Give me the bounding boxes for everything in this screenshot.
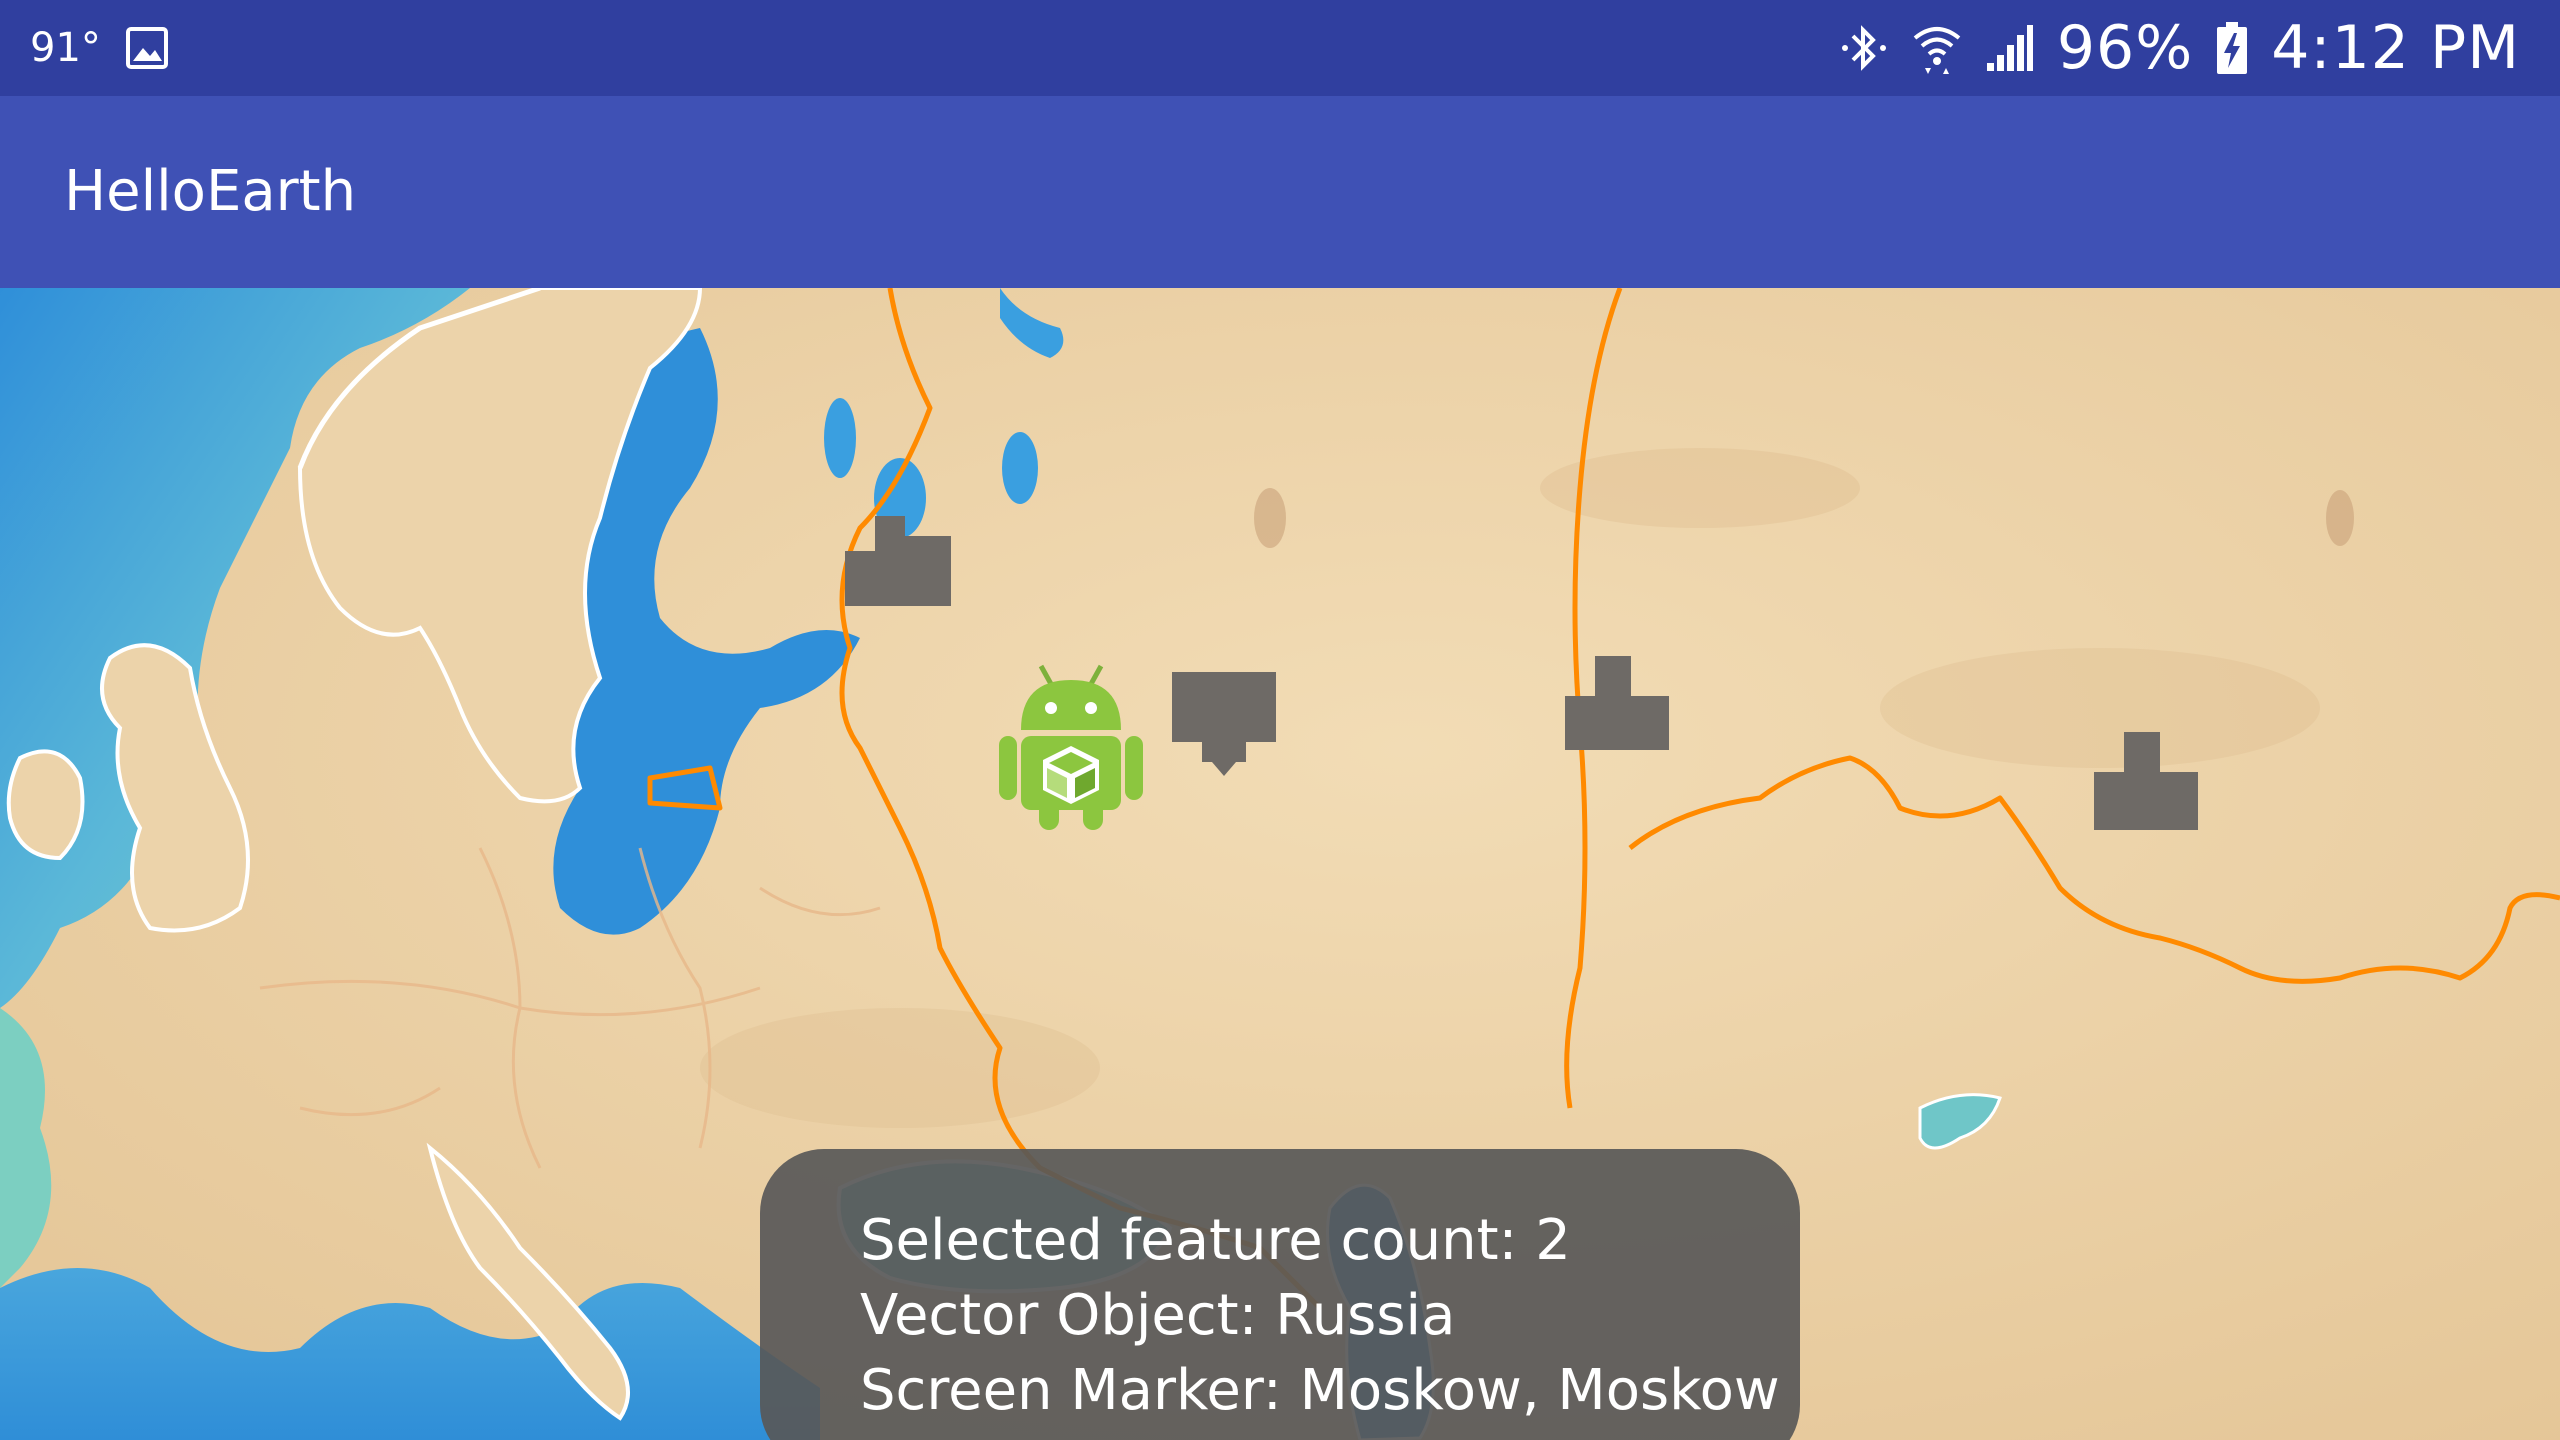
battery-percent-text: 96% xyxy=(2056,13,2194,83)
building-icon[interactable] xyxy=(845,506,951,606)
image-icon xyxy=(125,26,169,70)
android-marker-icon[interactable] xyxy=(995,660,1147,832)
app-title: HelloEarth xyxy=(64,159,357,224)
building-icon[interactable] xyxy=(2094,722,2198,830)
map-view[interactable]: Selected feature count: 2 Vector Object:… xyxy=(0,288,2560,1440)
toast-message: Selected feature count: 2 Vector Object:… xyxy=(760,1149,1800,1440)
status-left: 91° xyxy=(30,0,169,96)
building-icon[interactable] xyxy=(1565,646,1669,750)
status-bar: 91° 96% 4:12 PM xyxy=(0,0,2560,96)
bluetooth-icon xyxy=(1839,20,1889,76)
app-bar: HelloEarth xyxy=(0,96,2560,288)
wifi-icon xyxy=(1911,20,1963,76)
building-icon[interactable] xyxy=(1172,672,1276,776)
toast-line-feature-count: Selected feature count: 2 xyxy=(860,1208,1571,1273)
signal-icon xyxy=(1985,23,2035,73)
temperature-text: 91° xyxy=(30,25,101,71)
toast-line-vector-object: Vector Object: Russia xyxy=(860,1283,1456,1348)
toast-line-screen-marker: Screen Marker: Moskow, Moskow xyxy=(860,1358,1780,1423)
ireland xyxy=(6,749,85,861)
battery-charging-icon xyxy=(2215,20,2249,76)
time-text: 4:12 PM xyxy=(2271,13,2520,83)
status-right: 96% 4:12 PM xyxy=(1839,0,2520,96)
